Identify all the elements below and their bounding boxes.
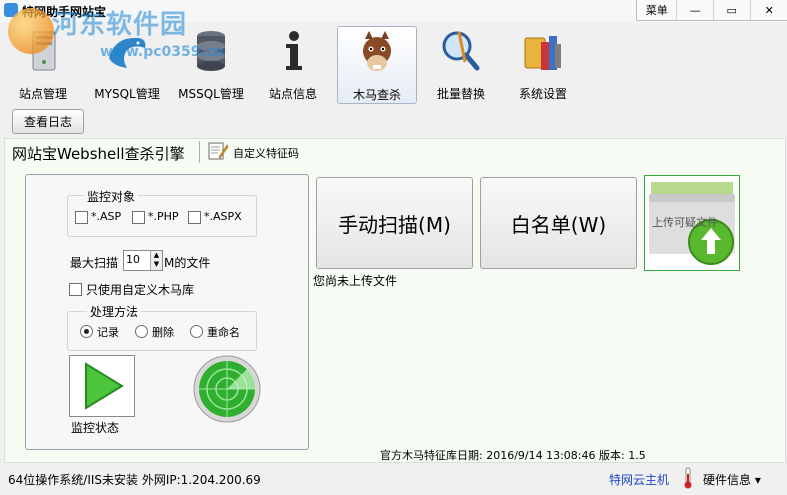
php-label: *.PHP (148, 210, 179, 223)
php-checkbox[interactable] (132, 211, 145, 224)
window-controls: 菜单 — ▭ ✕ (636, 0, 787, 21)
tool-trojan-scan[interactable]: 木马查杀 (337, 26, 417, 104)
stepper-arrows-icon[interactable]: ▲ ▼ (150, 251, 162, 270)
tool-label: 木马查杀 (352, 88, 401, 102)
tool-batch-replace[interactable]: 批量替换 (430, 28, 492, 101)
tool-label: 站点信息 (268, 87, 317, 101)
settings-tools-icon (524, 36, 561, 70)
view-log-button[interactable]: 查看日志 (12, 109, 84, 134)
divider (199, 141, 200, 163)
edit-note-icon[interactable] (207, 141, 229, 161)
method-title: 处理方法 (87, 303, 142, 320)
tool-label: 系统设置 (518, 87, 567, 101)
horse-icon (363, 31, 391, 71)
close-button[interactable]: ✕ (751, 0, 787, 20)
max-scan-value[interactable]: 10 (126, 253, 140, 266)
asp-label: *.ASP (91, 210, 122, 223)
cloud-host-link[interactable]: 特网云主机 (609, 471, 669, 488)
max-scan-stepper[interactable]: 10 ▲ ▼ (123, 250, 163, 271)
rename-label: 重命名 (207, 326, 240, 339)
tool-label: MSSQL管理 (178, 87, 244, 101)
engine-title: 网站宝Webshell查杀引擎 (12, 145, 185, 163)
delete-radio[interactable] (135, 325, 148, 338)
signature-date: 官方木马特征库日期: 2016/9/14 13:08:46 版本: 1.5 (380, 449, 646, 462)
custom-lib-checkbox[interactable] (69, 283, 82, 296)
aspx-label: *.ASPX (204, 210, 242, 223)
watermark-logo (8, 8, 54, 54)
radar-icon (193, 355, 261, 423)
minimize-button[interactable]: — (677, 0, 714, 20)
upload-label: 上传可疑文件 (652, 216, 718, 229)
custom-lib-label: 只使用自定义木马库 (86, 283, 195, 297)
hardware-info-dropdown[interactable]: 硬件信息 ▾ (703, 471, 761, 488)
tool-label: MYSQL管理 (94, 87, 160, 101)
maximize-button[interactable]: ▭ (714, 0, 751, 20)
targets-title: 监控对象 (84, 188, 139, 205)
tool-label: 批量替换 (436, 87, 485, 101)
aspx-checkbox[interactable] (188, 211, 201, 224)
play-icon (85, 362, 124, 410)
max-scan-label: 最大扫描 (70, 256, 119, 270)
magnifier-icon (442, 31, 480, 71)
menu-button[interactable]: 菜单 (637, 0, 678, 20)
max-scan-unit: M的文件 (164, 256, 211, 270)
watermark-site-name: 河东软件园 (52, 10, 188, 40)
record-label: 记录 (97, 326, 119, 339)
start-monitor-button[interactable] (69, 355, 135, 417)
manual-scan-button[interactable]: 手动扫描(M) (316, 177, 473, 269)
upload-status-text: 您尚未上传文件 (313, 274, 398, 288)
rename-radio[interactable] (190, 325, 203, 338)
watermark-url: www.pc0359.cn (100, 44, 225, 60)
tool-settings[interactable]: 系统设置 (510, 28, 576, 101)
record-radio[interactable] (80, 325, 93, 338)
monitor-status-label: 监控状态 (71, 421, 120, 435)
tool-site-info[interactable]: 站点信息 (262, 28, 324, 101)
system-info: 64位操作系统/IIS未安装 外网IP:1.204.200.69 (8, 473, 261, 487)
delete-label: 删除 (152, 326, 174, 339)
tool-label: 站点管理 (18, 87, 67, 101)
info-icon (286, 31, 302, 70)
custom-signature-link[interactable]: 自定义特征码 (233, 145, 299, 161)
whitelist-button[interactable]: 白名单(W) (480, 177, 637, 269)
asp-checkbox[interactable] (75, 211, 88, 224)
tool-mssql[interactable]: MSSQL管理 (178, 28, 244, 101)
thermometer-icon (684, 467, 692, 489)
